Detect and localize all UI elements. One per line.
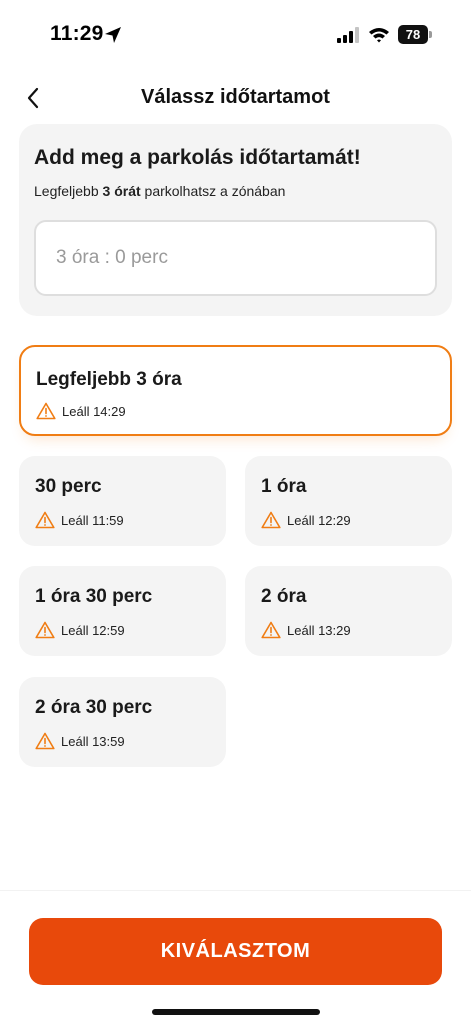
divider bbox=[0, 890, 471, 891]
option-stop-time: Leáll 13:59 bbox=[35, 732, 125, 750]
option-2-hours[interactable]: 2 óra Leáll 13:29 bbox=[245, 566, 452, 656]
option-max-3-hours[interactable]: Legfeljebb 3 óra Leáll 14:29 bbox=[19, 345, 452, 436]
option-label: Legfeljebb 3 óra bbox=[36, 369, 182, 390]
signal-icon bbox=[337, 27, 359, 43]
battery-icon: 78 bbox=[398, 25, 432, 44]
warning-triangle-icon bbox=[36, 402, 56, 420]
duration-input-card: Add meg a parkolás időtartamát! Legfelje… bbox=[19, 124, 452, 316]
option-2-hours-30-min[interactable]: 2 óra 30 perc Leáll 13:59 bbox=[19, 677, 226, 767]
page-title: Válassz időtartamot bbox=[141, 86, 330, 108]
option-label: 1 óra 30 perc bbox=[35, 586, 153, 607]
duration-input-placeholder: 3 óra : 0 perc bbox=[56, 247, 168, 268]
home-indicator bbox=[152, 1009, 320, 1015]
option-label: 30 perc bbox=[35, 476, 102, 497]
status-bar: 11:29 78 bbox=[0, 0, 471, 70]
wifi-icon bbox=[369, 28, 389, 43]
option-1-hour-30-min[interactable]: 1 óra 30 perc Leáll 12:59 bbox=[19, 566, 226, 656]
warning-triangle-icon bbox=[35, 511, 55, 529]
option-stop-time: Leáll 12:59 bbox=[35, 621, 125, 639]
option-label: 1 óra bbox=[261, 476, 307, 497]
input-card-subtitle: Legfeljebb 3 órát parkolhatsz a zónában bbox=[34, 183, 286, 199]
status-time: 11:29 bbox=[50, 22, 104, 45]
header: Válassz időtartamot bbox=[0, 78, 471, 118]
option-stop-time: Leáll 14:29 bbox=[36, 402, 126, 420]
option-stop-time: Leáll 11:59 bbox=[35, 511, 124, 529]
input-card-title: Add meg a parkolás időtartamát! bbox=[34, 146, 361, 169]
option-1-hour[interactable]: 1 óra Leáll 12:29 bbox=[245, 456, 452, 546]
battery-level: 78 bbox=[405, 27, 421, 42]
warning-triangle-icon bbox=[261, 511, 281, 529]
location-arrow-icon bbox=[105, 27, 121, 43]
duration-input[interactable]: 3 óra : 0 perc bbox=[34, 220, 437, 296]
option-label: 2 óra bbox=[261, 586, 307, 607]
option-stop-time: Leáll 12:29 bbox=[261, 511, 351, 529]
option-stop-time: Leáll 13:29 bbox=[261, 621, 351, 639]
warning-triangle-icon bbox=[35, 621, 55, 639]
warning-triangle-icon bbox=[35, 732, 55, 750]
warning-triangle-icon bbox=[261, 621, 281, 639]
max-duration-highlight: 3 órát bbox=[102, 183, 141, 199]
option-30-min[interactable]: 30 perc Leáll 11:59 bbox=[19, 456, 226, 546]
option-label: 2 óra 30 perc bbox=[35, 697, 153, 718]
confirm-button[interactable]: KIVÁLASZTOM bbox=[29, 918, 442, 985]
